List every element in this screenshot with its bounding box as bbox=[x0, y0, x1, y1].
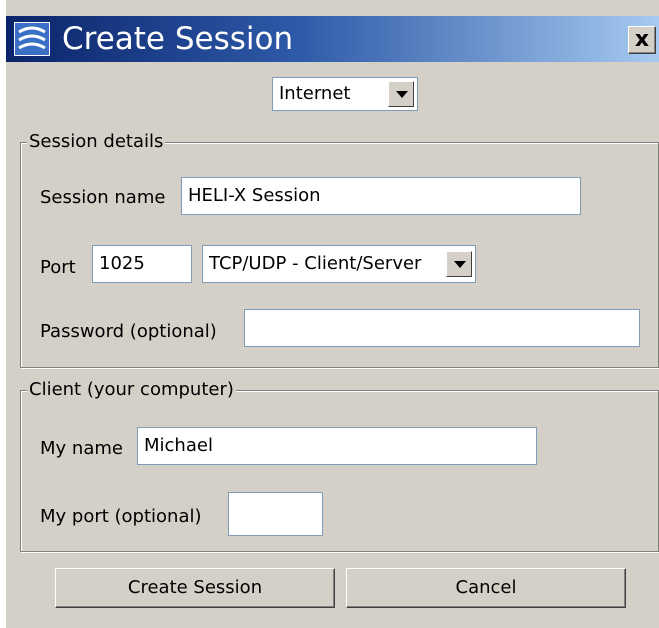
port-label: Port bbox=[40, 257, 76, 278]
create-session-button[interactable]: Create Session bbox=[55, 568, 335, 608]
my-name-label: My name bbox=[40, 438, 123, 459]
close-button[interactable]: x bbox=[628, 26, 656, 54]
protocol-select[interactable]: TCP/UDP - Client/Server bbox=[202, 245, 476, 283]
client-legend: Client (your computer) bbox=[27, 378, 236, 402]
cancel-button[interactable]: Cancel bbox=[346, 568, 626, 608]
chevron-down-icon bbox=[454, 261, 466, 268]
connection-mode-value: Internet bbox=[279, 83, 351, 104]
connection-mode-dropdown-button[interactable] bbox=[388, 81, 414, 107]
my-port-label: My port (optional) bbox=[40, 506, 202, 527]
my-port-field[interactable] bbox=[228, 492, 323, 536]
protocol-value: TCP/UDP - Client/Server bbox=[209, 253, 422, 274]
port-field[interactable]: 1025 bbox=[92, 245, 192, 283]
create-session-dialog: Create Session x Internet Session detail… bbox=[6, 0, 659, 628]
app-logo-icon bbox=[14, 22, 50, 56]
password-label: Password (optional) bbox=[40, 321, 217, 342]
title-bar[interactable]: Create Session x bbox=[6, 16, 659, 62]
my-name-field[interactable]: Michael bbox=[137, 427, 537, 465]
connection-mode-select[interactable]: Internet bbox=[272, 77, 418, 111]
session-name-field[interactable]: HELI-X Session bbox=[181, 177, 581, 215]
session-details-legend: Session details bbox=[27, 130, 166, 154]
window-title: Create Session bbox=[62, 21, 294, 57]
chevron-down-icon bbox=[396, 91, 408, 98]
session-name-label: Session name bbox=[40, 187, 166, 208]
close-icon: x bbox=[634, 27, 650, 52]
password-field[interactable] bbox=[244, 309, 640, 347]
protocol-dropdown-button[interactable] bbox=[446, 251, 472, 277]
